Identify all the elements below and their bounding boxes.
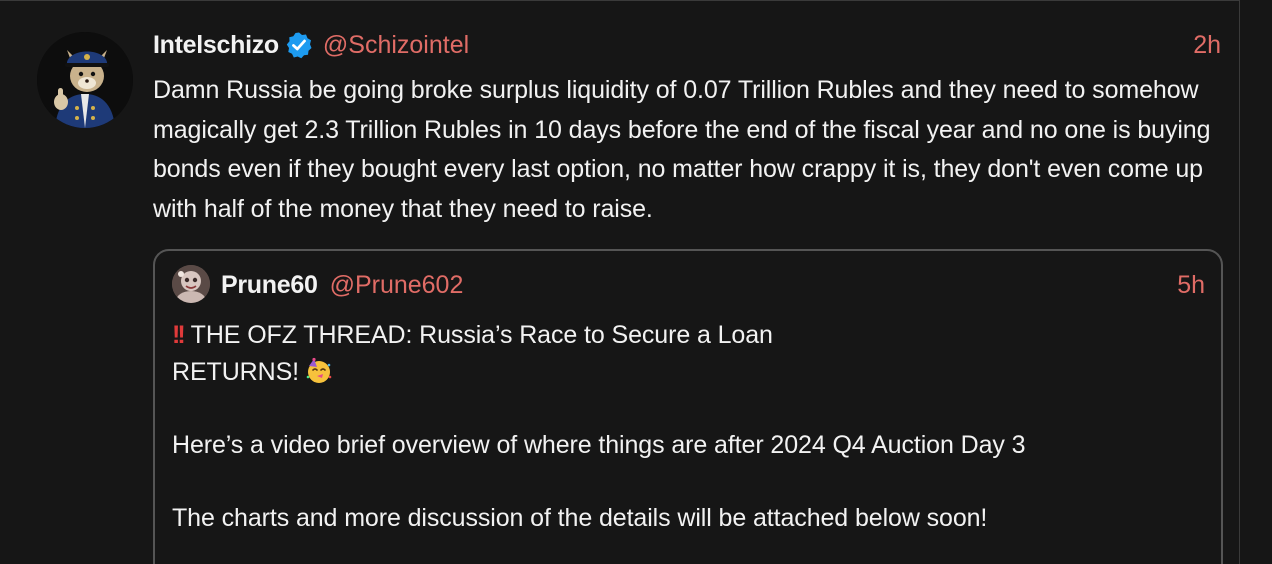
page: Intelschizo @Schizointel 2h Damn Russia … [0, 0, 1272, 564]
quoted-post-text: !! THE OFZ THREAD: Russia’s Race to Secur… [172, 317, 1202, 536]
author-name[interactable]: Intelschizo [153, 31, 279, 60]
quoted-line-3: Here’s a video brief overview of where t… [172, 430, 1026, 459]
post-timestamp[interactable]: 2h [1193, 31, 1221, 60]
quoted-author-handle[interactable]: @Prune602 [330, 271, 464, 300]
quoted-post[interactable]: Prune60 @Prune602 5h !! THE OFZ THREAD: R… [153, 249, 1223, 564]
double-exclamation-icon: !! [172, 321, 186, 349]
verified-badge-icon [285, 31, 313, 59]
quoted-line-2-text: RETURNS! [172, 357, 299, 386]
quoted-author-avatar[interactable] [172, 265, 210, 303]
quoted-author-name[interactable]: Prune60 [221, 271, 318, 300]
quoted-blank-line [172, 463, 1202, 500]
quoted-line-1: !! THE OFZ THREAD: Russia’s Race to Secur… [172, 317, 1202, 354]
quoted-line-4: The charts and more discussion of the de… [172, 503, 988, 532]
post-text: Damn Russia be going broke surplus liqui… [153, 76, 1211, 223]
author-handle[interactable]: @Schizointel [323, 31, 469, 60]
party-face-emoji-icon [305, 357, 333, 385]
post-card[interactable]: Intelschizo @Schizointel 2h Damn Russia … [0, 0, 1240, 564]
quoted-line-2: RETURNS! [172, 354, 1202, 391]
post-header: Intelschizo @Schizointel 2h [153, 29, 1221, 61]
author-avatar[interactable] [37, 32, 133, 128]
quoted-post-header: Prune60 @Prune602 5h [221, 269, 1205, 301]
quoted-blank-line [172, 390, 1202, 427]
quoted-line-1-text: THE OFZ THREAD: Russia’s Race to Secure … [190, 321, 773, 349]
police-cat-avatar-icon [37, 32, 133, 128]
profile-avatar-icon [172, 265, 210, 303]
quoted-post-timestamp[interactable]: 5h [1177, 271, 1205, 300]
